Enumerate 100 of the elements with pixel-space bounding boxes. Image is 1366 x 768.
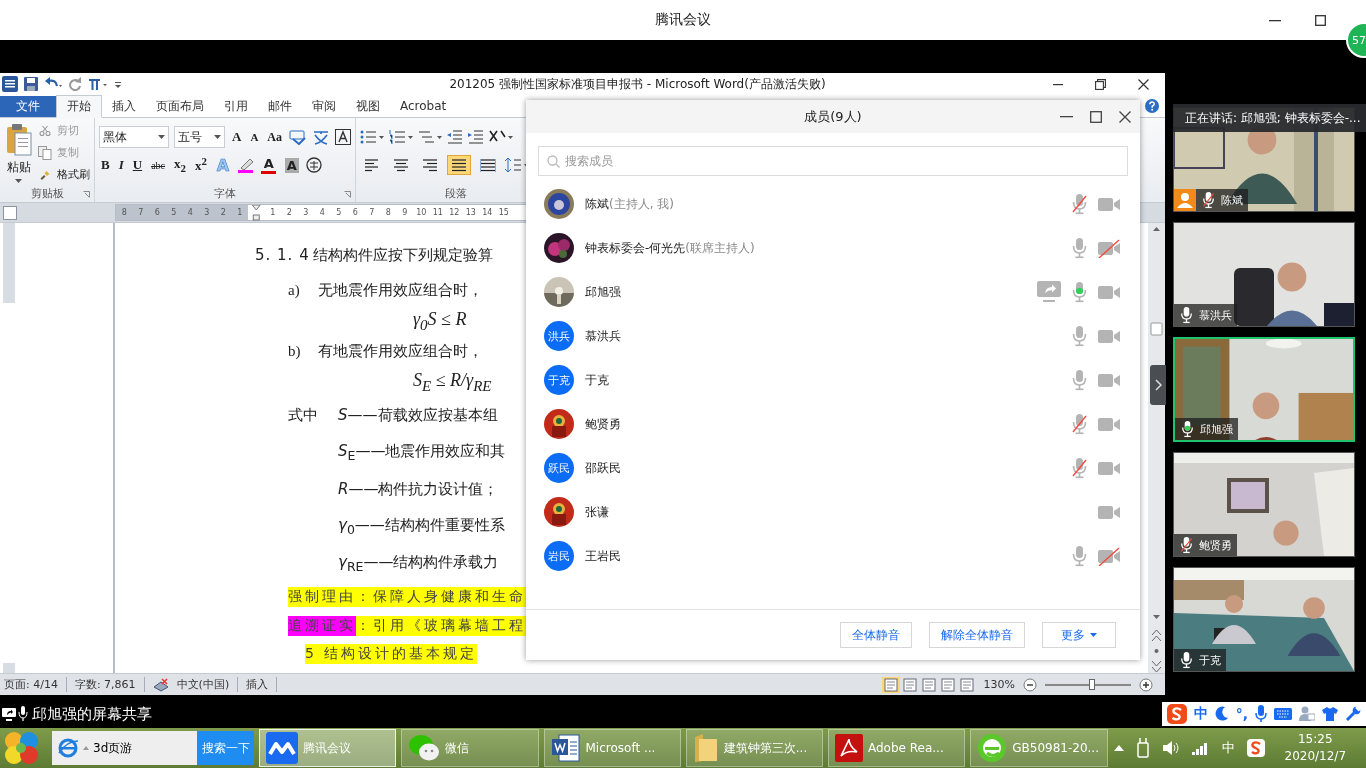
line-spacing-icon[interactable] [505,157,529,173]
collapse-button[interactable] [1150,365,1166,405]
ribbon-tab[interactable]: 邮件 [258,96,302,117]
ribbon-tab[interactable]: Acrobat [390,96,457,117]
search-box[interactable]: 3d页游 [52,731,197,765]
sogou-logo-icon[interactable] [1166,704,1187,724]
font-size-dropdown[interactable]: 五号 [174,126,225,148]
word-icon[interactable] [2,76,18,92]
status-text[interactable]: 中文(中国) [176,677,239,692]
ribbon-tab[interactable]: 插入 [102,96,146,117]
signal-icon[interactable] [1191,741,1210,755]
ruler-number: 14 [481,208,494,217]
format-button[interactable]: I [116,157,126,173]
list-label: b) [288,343,302,360]
sogou-logo-icon[interactable] [1246,739,1265,757]
phonetic-icon[interactable] [289,129,307,145]
video-tile[interactable]: 邱旭强 [1173,337,1355,442]
status-text[interactable]: 插入 [246,677,278,692]
format-button[interactable]: abc [149,159,167,171]
format-button[interactable]: A [282,155,301,175]
save-icon[interactable] [24,77,38,91]
clock-time[interactable]: 15:25 [1297,731,1333,748]
status-text[interactable]: 页面: 4/14 [4,677,67,692]
panel-button[interactable]: 全体静音 [840,622,912,648]
clock-date[interactable]: 2020/12/7 [1284,748,1347,765]
ribbon-tab[interactable]: 文件 [0,96,56,117]
shirt-icon[interactable] [1322,706,1338,722]
proofing-icon[interactable] [152,677,169,692]
format-button[interactable]: A [259,155,278,175]
align-button[interactable] [447,155,471,175]
font-size-button[interactable]: A [248,131,261,143]
video-tile[interactable]: 于克 [1173,567,1355,672]
view-button[interactable] [900,676,919,693]
participant-name: 慕洪兵 [1199,307,1232,323]
clipboard-button[interactable]: 格式刷 [37,166,90,183]
font-size-button[interactable]: Aa [265,129,284,145]
ribbon-tab[interactable]: 视图 [346,96,390,117]
indent-icon[interactable] [468,129,484,145]
ruler-number: 8 [116,205,133,220]
view-button[interactable] [957,676,976,693]
maximize-icon[interactable] [1090,110,1102,123]
ime-button[interactable]: 中 [1193,705,1208,723]
enclose-icon[interactable] [305,157,322,173]
dialog-launcher-icon[interactable] [344,191,351,198]
format-button[interactable]: x$_{2}$ [172,156,188,174]
numbering-icon[interactable] [389,129,413,145]
zoom-in-icon[interactable] [1139,677,1153,692]
view-button[interactable] [881,676,900,693]
search-field[interactable]: 搜索成员 [538,146,1128,176]
ribbon-tab[interactable]: 页面布局 [146,96,214,117]
ruler-number: 8 [384,208,392,217]
status-text[interactable]: 字数: 7,861 [74,677,145,692]
volume-icon[interactable] [1161,740,1180,756]
view-button[interactable] [919,676,938,693]
font-name-dropdown[interactable]: 黑体 [99,126,170,148]
video-tile[interactable]: 慕洪兵 [1173,222,1355,327]
format-button[interactable]: x$^{2}$ [192,155,209,175]
highlighted-text: 5 结构设计的基本规定 [305,644,478,664]
zoom-level[interactable]: 130% [983,678,1015,691]
wrench-icon[interactable] [1345,706,1361,722]
view-button[interactable] [938,676,957,693]
restore-icon[interactable] [1095,78,1106,90]
participant-name: 陈斌 [1221,192,1243,208]
dialog-launcher-icon[interactable] [83,191,90,198]
ribbon-tab[interactable]: 引用 [214,96,258,117]
wen-icon[interactable] [312,129,330,145]
format-button[interactable]: B [99,157,112,173]
page-icon [882,677,899,692]
bullets-icon[interactable] [360,129,384,145]
multilevel-icon[interactable] [418,129,442,145]
close-icon[interactable] [1119,110,1131,123]
format-button[interactable]: U [130,157,145,173]
video-tile[interactable]: 鲍贤勇 [1173,452,1355,557]
input-language[interactable]: 中 [1221,739,1235,757]
font-size-button[interactable]: A [230,129,244,145]
camera-off-icon[interactable] [1098,546,1120,566]
pi-icon[interactable] [88,77,108,91]
ime-button[interactable]: °, [1235,706,1248,722]
slider-thumb[interactable] [1089,678,1096,690]
ribbon-tab[interactable]: 开始 [56,95,102,118]
show-hidden-icon[interactable] [1113,745,1124,751]
redo-icon[interactable] [68,77,82,91]
paste-button[interactable]: 粘贴 [4,122,33,185]
search-field[interactable]: 3d页游 [93,739,183,757]
zoom-out-icon[interactable] [1023,677,1037,692]
avatar: 洪兵 [544,321,574,351]
member-role: (主持人, 我) [609,196,674,211]
camera-off-icon[interactable] [1098,238,1120,258]
mic-icon[interactable] [1255,705,1267,723]
power-icon[interactable] [1135,738,1150,758]
ribbon-tab[interactable]: 审阅 [302,96,346,117]
outdent-icon[interactable] [447,129,463,145]
maximize-icon[interactable] [1315,14,1326,26]
panel-button[interactable]: 解除全体静音 [929,622,1025,648]
char-border-icon[interactable] [335,129,351,145]
panel-button[interactable]: 更多 [1042,622,1116,648]
close-icon[interactable] [1138,78,1149,90]
help-icon[interactable] [1145,99,1159,113]
ruler-number: 7 [368,208,376,217]
moon-icon[interactable] [1214,706,1229,722]
